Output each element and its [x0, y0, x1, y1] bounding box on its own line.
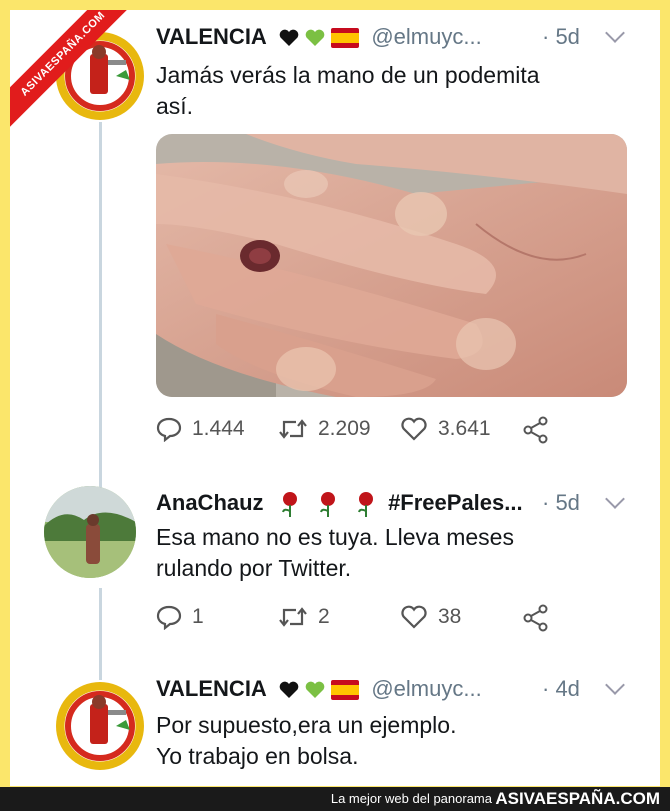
tweet-text: Esa mano no es tuya. Lleva meses rulando… [156, 522, 626, 584]
spain-flag-icon [331, 28, 360, 49]
tweet-text: Por supuesto,era un ejemplo. Yo trabajo … [156, 710, 626, 772]
avatar[interactable] [56, 682, 144, 770]
chevron-down-icon[interactable] [605, 675, 625, 695]
black-heart-icon [279, 681, 299, 699]
footer-tagline: La mejor web del panorama [330, 791, 492, 806]
tweet-thread-card: ASIVAESPAÑA.COM VALENCIA @elmuyc... · 5d… [10, 10, 660, 786]
hashtag-in-name: #FreePales... [388, 490, 523, 515]
tweet-header: VALENCIA @elmuyc... [156, 676, 482, 702]
retweet-count: 2.209 [318, 417, 371, 440]
reply-count: 1 [192, 605, 204, 628]
avatar[interactable] [44, 486, 136, 578]
site-footer: La mejor web del panorama ASIVAESPAÑA.CO… [0, 787, 670, 811]
tweet-actions: 1 2 38 [156, 604, 616, 634]
retweet-action[interactable]: 2.209 [278, 416, 371, 442]
spain-flag-icon [331, 680, 360, 701]
black-heart-icon [279, 29, 299, 47]
tweet-text-line: Por supuesto,era un ejemplo. [156, 712, 457, 738]
tweet-text: Jamás verás la mano de un podemita así. [156, 60, 626, 122]
reply-icon [156, 417, 182, 442]
tweet-header: AnaChauz #FreePales... [156, 490, 523, 518]
tweet-header: VALENCIA @elmuyc... [156, 24, 482, 50]
tweet-photo-hand[interactable] [156, 134, 627, 397]
reply-icon [156, 605, 182, 630]
chevron-down-icon[interactable] [605, 489, 625, 509]
display-name[interactable]: VALENCIA [156, 676, 267, 701]
rose-icon [281, 492, 297, 518]
display-name[interactable]: VALENCIA [156, 24, 267, 49]
thread-connector-line [99, 588, 102, 680]
username-handle[interactable]: @elmuyc... [371, 676, 481, 701]
like-count: 38 [438, 605, 462, 628]
reply-action[interactable]: 1.444 [156, 416, 245, 442]
green-heart-icon [305, 29, 325, 47]
tweet-text-line: Esa mano no es tuya. Lleva meses [156, 524, 514, 550]
tweet-timestamp[interactable]: · 5d [542, 490, 580, 516]
username-handle[interactable]: @elmuyc... [371, 24, 481, 49]
rose-emojis [278, 490, 384, 518]
reply-count: 1.444 [192, 417, 245, 440]
share-action[interactable] [522, 604, 550, 632]
tweet-timestamp[interactable]: · 4d [542, 676, 580, 702]
tweet-text-line: Jamás verás la mano de un podemita [156, 62, 540, 88]
tweet-timestamp[interactable]: · 5d [542, 24, 580, 50]
like-action[interactable]: 38 [400, 604, 461, 630]
chevron-down-icon[interactable] [605, 23, 625, 43]
like-icon [401, 605, 427, 629]
display-name[interactable]: AnaChauz [156, 490, 264, 515]
like-icon [401, 417, 427, 441]
share-icon [523, 416, 548, 444]
tweet-actions: 1.444 2.209 3.641 [156, 416, 616, 446]
reply-action[interactable]: 1 [156, 604, 204, 630]
green-heart-icon [305, 681, 325, 699]
tweet-text-line: rulando por Twitter. [156, 555, 352, 581]
tweet-text-line: Yo trabajo en bolsa. [156, 743, 359, 769]
retweet-icon [279, 607, 307, 627]
tweet-text-line: así. [156, 93, 194, 119]
thread-connector-line [99, 122, 102, 492]
retweet-action[interactable]: 2 [278, 604, 330, 630]
retweet-count: 2 [318, 605, 330, 628]
footer-brand[interactable]: ASIVAESPAÑA.COM [495, 789, 660, 809]
share-action[interactable] [522, 416, 550, 444]
share-icon [523, 604, 548, 632]
rose-icon [319, 492, 335, 518]
like-action[interactable]: 3.641 [400, 416, 491, 442]
like-count: 3.641 [438, 417, 491, 440]
retweet-icon [279, 419, 307, 439]
rose-icon [357, 492, 373, 518]
